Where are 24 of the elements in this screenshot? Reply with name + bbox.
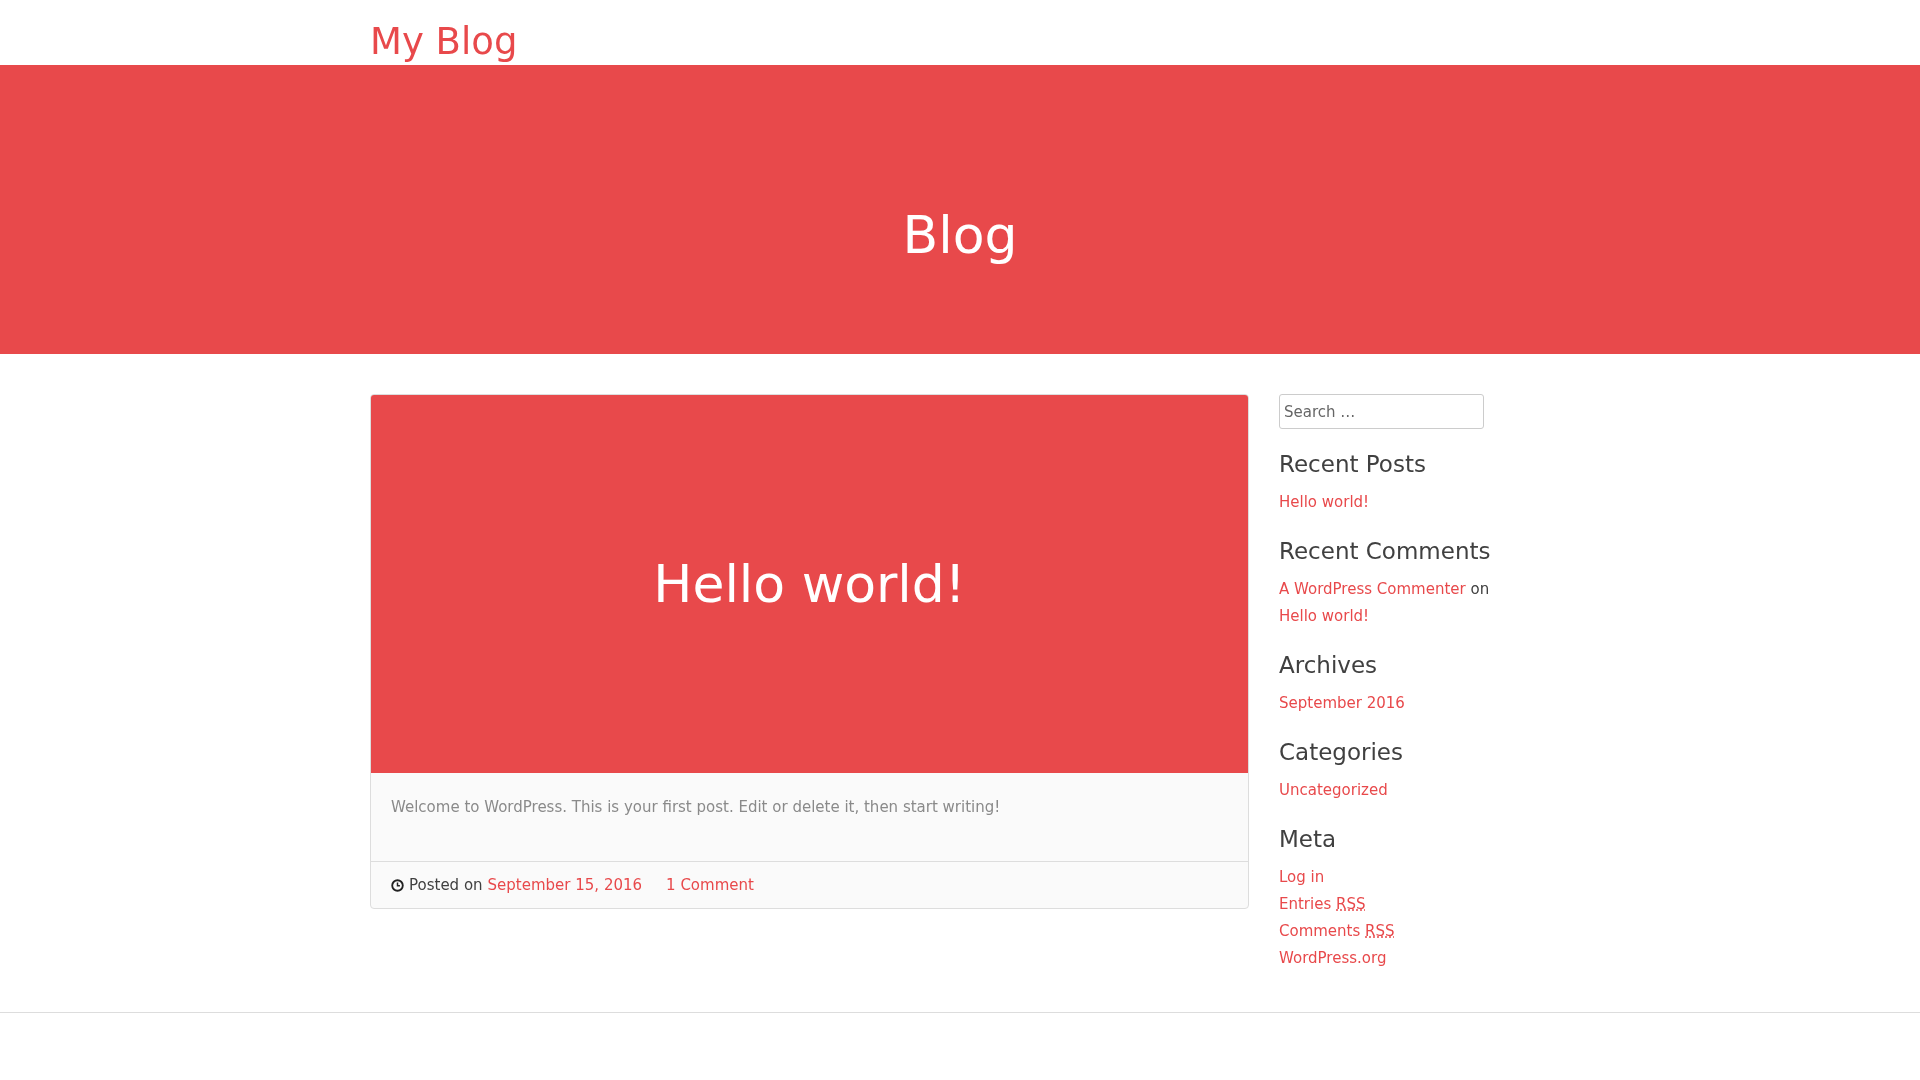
widget-title: Recent Posts	[1279, 451, 1427, 477]
meta-link[interactable]: Log in	[1279, 868, 1325, 886]
clock-icon	[391, 878, 404, 892]
widget-title: Meta	[1279, 826, 1338, 852]
meta-link[interactable]: Comments RSS	[1279, 922, 1395, 940]
site-title[interactable]: My Blog	[370, 23, 518, 65]
post-title[interactable]: Hello world!	[653, 554, 966, 614]
widget-title: Archives	[1279, 652, 1379, 678]
meta-link[interactable]: WordPress.org	[1279, 949, 1387, 967]
recent-post-link[interactable]: Hello world!	[1279, 493, 1370, 511]
widget-title: Recent Comments	[1279, 538, 1492, 564]
category-link[interactable]: Uncategorized	[1279, 781, 1388, 799]
recent-comment: A WordPress Commenter on Hello world!	[1279, 579, 1491, 627]
meta-link[interactable]: Entries RSS	[1279, 895, 1366, 913]
archive-link[interactable]: September 2016	[1279, 694, 1405, 712]
comment-author-link[interactable]: A WordPress Commenter	[1279, 580, 1466, 598]
post-excerpt: Welcome to WordPress. This is your first post. Edit or delete it, then start writing!	[371, 773, 1248, 862]
page-title: Blog	[902, 204, 1018, 265]
posted-label: Posted on	[409, 876, 483, 894]
comments-link[interactable]: 1 Comment	[666, 876, 754, 894]
search-field[interactable]: Search …	[1279, 394, 1484, 429]
widget-title: Categories	[1279, 739, 1404, 765]
comment-post-link[interactable]: Hello world!	[1279, 607, 1370, 625]
post-date-link[interactable]: September 15, 2016	[487, 876, 643, 894]
